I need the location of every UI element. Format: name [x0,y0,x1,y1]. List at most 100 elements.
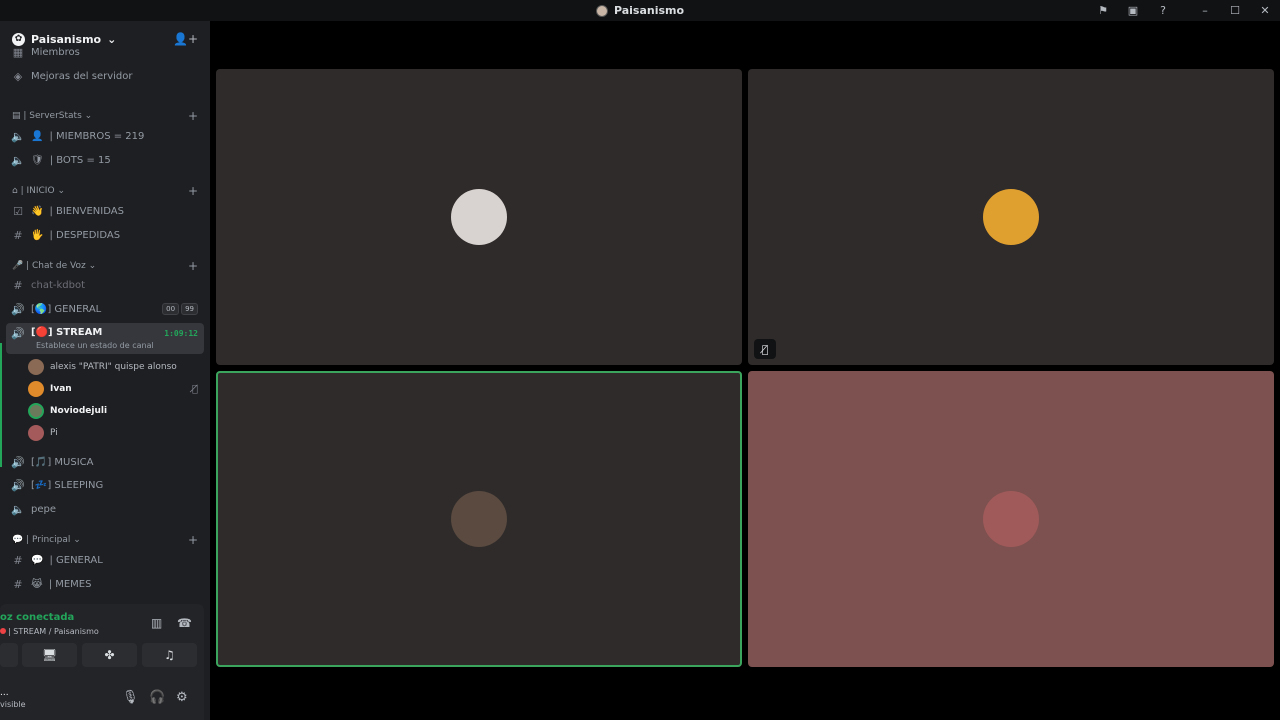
channel-musica[interactable]: 🔊 [🎵] MUSICA [6,451,204,473]
category-inicio[interactable]: ⌂ | INICIO ⌄ + [6,184,204,198]
participant-tile[interactable] [216,69,742,365]
speaker-lock-icon: 🔈 [11,153,25,167]
voice-member[interactable]: Noviodejuli [28,401,202,421]
soundboard-icon: ♫ [164,648,175,662]
channel-label: [🔴] STREAM [31,327,103,338]
channel-label: pepe [31,503,56,515]
channel-label: | MIEMBROS = 219 [49,130,145,142]
channel-label: | GENERAL [49,554,103,566]
participant-tile[interactable] [748,371,1274,667]
channel-general-text[interactable]: # 💬 | GENERAL [6,549,204,571]
microphone-icon: 🎤 [12,261,24,271]
maximize-icon[interactable]: ☐ [1220,0,1250,21]
avatar [983,189,1039,245]
voice-location[interactable]: | STREAM / Paisanismo [0,627,99,636]
activities-icon: ✤ [104,648,115,662]
add-channel-icon[interactable]: + [188,184,204,198]
server-boost[interactable]: ◈ Mejoras del servidor [6,65,204,87]
noise-suppression-icon[interactable]: ▥ [151,616,162,630]
channel-emoji: 👤 [31,130,44,142]
inbox-icon[interactable]: ▣ [1118,0,1148,21]
voice-connected-status[interactable]: oz conectada [0,612,74,623]
voice-actions: 🖥 ✤ ♫ [0,643,204,667]
channel-memes[interactable]: # 😹 | MEMES [6,573,204,595]
channel-stream-active[interactable]: 🔊 [🔴] STREAM Establece un estado de cana… [6,323,204,354]
channel-label: Miembros [31,46,80,58]
category-label: | ServerStats [23,111,82,121]
call-duration: 1:09:12 [164,329,198,338]
hash-icon: # [13,278,23,292]
participant-tile[interactable]: 🎙̸ [748,69,1274,365]
voice-member[interactable]: Ivan 🎙̸ [28,379,202,399]
category-serverstats[interactable]: ▤ | ServerStats ⌄ + [6,109,204,123]
member-name: Ivan [50,384,72,394]
chevron-down-icon: ⌄ [73,535,81,545]
speaker-active-icon: 🔊 [11,327,25,340]
gear-icon[interactable]: ⚙ [176,690,188,705]
microphone-icon[interactable]: 🎙 [122,690,139,705]
window-title: Paisanismo [595,4,685,17]
avatar [28,403,44,419]
channel-chat-kdbot[interactable]: # chat-kdbot [6,274,204,296]
channel-bienvenidas[interactable]: ☑ 👋 | BIENVENIDAS [6,200,204,222]
user-count-badge: 00 [162,303,180,315]
hash-icon: # [13,577,23,591]
channel-general-voice[interactable]: 🔊 [🌎] GENERAL 00 99 [6,298,204,320]
participant-tile-speaking[interactable] [216,371,742,667]
add-channel-icon[interactable]: + [188,259,204,273]
channel-emoji: 💬 [31,554,44,566]
activities-button[interactable]: ✤ [82,643,137,667]
rules-icon: ☑ [13,204,23,218]
title-bar: Paisanismo ⚑ ▣ ? – ☐ ✕ [0,0,1280,21]
channel-despedidas[interactable]: # 🖐 | DESPEDIDAS [6,224,204,246]
channel-bots[interactable]: 🔈 🛡 | BOTS = 15 [6,149,204,171]
member-name: Pi [50,428,58,438]
channel-emoji: 🖐 [31,229,44,241]
mic-muted-icon: 🎙̸ [754,339,776,359]
add-channel-icon[interactable]: + [188,109,204,123]
member-name: alexis "PATRI" quispe alonso [50,362,177,372]
disconnect-icon[interactable]: ☎ [177,616,192,630]
channel-pepe[interactable]: 🔈 pepe [6,498,204,520]
screen-share-button[interactable]: 🖥 [22,643,77,667]
window-title-text: Paisanismo [613,4,685,17]
minimize-icon[interactable]: – [1190,0,1220,21]
channel-label: [💤] SLEEPING [31,479,104,491]
channel-members-partial[interactable]: ▦ Miembros [6,46,204,58]
channel-status[interactable]: Establece un estado de canal [36,341,154,350]
soundboard-button[interactable]: ♫ [142,643,197,667]
speaker-icon: 🔊 [11,478,25,492]
server-name[interactable]: ✿ Paisanismo ⌄ [12,32,116,46]
invite-people-icon[interactable]: 👤+ [173,32,198,46]
voice-member[interactable]: Pi [28,423,202,443]
headphones-icon[interactable]: 🎧 [149,690,165,705]
user-panel: ... visible 🎙 🎧 ⚙ [0,680,204,714]
help-icon[interactable]: ? [1148,0,1178,21]
channel-emoji: 👋 [31,205,44,217]
category-principal[interactable]: 💬 | Principal ⌄ + [6,533,204,547]
server-avatar-icon [595,4,608,17]
add-channel-icon[interactable]: + [188,533,204,547]
channel-label: Mejoras del servidor [31,70,133,82]
server-name-text: Paisanismo [31,32,102,46]
camera-button[interactable] [0,643,18,667]
hash-icon: # [13,553,23,567]
channel-label: | DESPEDIDAS [49,229,121,241]
channel-label: chat-kdbot [31,279,86,291]
close-icon[interactable]: ✕ [1250,0,1280,21]
user-limit-badge: 99 [181,303,198,315]
chevron-down-icon: ⌄ [84,111,93,121]
stats-icon: ▤ [12,111,21,121]
voice-member[interactable]: alexis "PATRI" quispe alonso [28,357,202,377]
channel-sleeping[interactable]: 🔊 [💤] SLEEPING [6,474,204,496]
channel-miembros[interactable]: 🔈 👤 | MIEMBROS = 219 [6,125,204,147]
title-bar-controls: ⚑ ▣ ? – ☐ ✕ [1088,0,1280,21]
home-icon: ⌂ [12,186,18,196]
channel-label: [🌎] GENERAL [31,303,102,315]
user-status: visible [0,700,26,709]
flag-icon[interactable]: ⚑ [1088,0,1118,21]
user-name[interactable]: ... [0,688,9,698]
chevron-down-icon: ⌄ [57,186,65,196]
speaker-icon: 🔊 [11,302,25,316]
category-chat-de-voz[interactable]: 🎤 | Chat de Voz ⌄ + [6,259,204,273]
